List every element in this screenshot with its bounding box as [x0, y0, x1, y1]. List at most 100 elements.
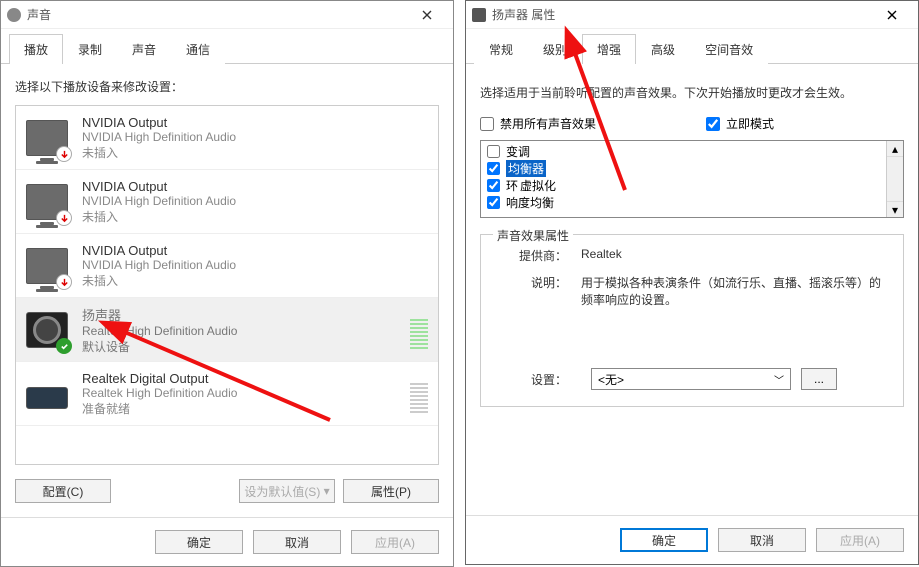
footer-left: 确定 取消 应用(A) [1, 517, 453, 566]
settings-value: <无> [598, 371, 624, 388]
device-title: Realtek Digital Output [82, 371, 410, 386]
ok-button[interactable]: 确定 [155, 530, 243, 554]
effect-label: 均衡器 [506, 160, 546, 177]
device-sub: NVIDIA High Definition Audio [82, 258, 428, 272]
level-meter [410, 375, 428, 413]
title-right: 扬声器 属性 [492, 6, 872, 23]
speaker-properties-dialog: 扬声器 属性 常规 级别 增强 高级 空间音效 选择适用于当前聆听配置的声音效果… [465, 0, 919, 565]
unplugged-icon [56, 274, 72, 290]
desc-label: 说明： [495, 274, 567, 308]
instruction-text: 选择以下播放设备来修改设置： [15, 78, 439, 95]
device-sub: NVIDIA High Definition Audio [82, 130, 428, 144]
effect-label: 变调 [506, 143, 530, 160]
device-title: NVIDIA Output [82, 115, 428, 130]
effects-scrollbar[interactable]: ▴ ▾ [886, 141, 903, 217]
provider-value: Realtek [581, 247, 889, 264]
fieldset-legend: 声音效果属性 [493, 227, 573, 244]
provider-label: 提供商： [495, 247, 567, 264]
device-item[interactable]: Realtek Digital Output Realtek High Defi… [16, 362, 438, 426]
immediate-checkbox[interactable]: 立即模式 [706, 115, 774, 132]
effect-prefix: 环 [506, 177, 518, 194]
scroll-down-icon[interactable]: ▾ [887, 201, 903, 217]
level-meter [410, 311, 428, 349]
immediate-input[interactable] [706, 117, 720, 131]
tab-general[interactable]: 常规 [474, 34, 528, 64]
immediate-label: 立即模式 [726, 115, 774, 132]
digital-icon [26, 387, 68, 409]
effect-label: 响度均衡 [506, 194, 554, 211]
device-sub: NVIDIA High Definition Audio [82, 194, 428, 208]
ok-button[interactable]: 确定 [620, 528, 708, 552]
apply-button: 应用(A) [351, 530, 439, 554]
settings-label: 设置： [495, 371, 567, 388]
device-title: NVIDIA Output [82, 243, 428, 258]
effects-list[interactable]: 变调 均衡器 环 虚拟化 响度均衡 ▴ ▾ [480, 140, 904, 218]
sound-dialog: 声音 播放 录制 声音 通信 选择以下播放设备来修改设置： NVIDIA Out… [0, 0, 454, 567]
device-title: NVIDIA Output [82, 179, 428, 194]
tab-playback[interactable]: 播放 [9, 34, 63, 64]
effect-checkbox[interactable] [487, 179, 500, 192]
desc-value: 用于模拟各种表演条件（如流行乐、直播、摇滚乐等）的频率响应的设置。 [581, 274, 889, 308]
disable-all-checkbox[interactable]: 禁用所有声音效果 [480, 115, 596, 132]
device-title: 扬声器 [82, 305, 410, 324]
content-left: 选择以下播放设备来修改设置： NVIDIA Output NVIDIA High… [1, 64, 453, 517]
effect-item[interactable]: 变调 [487, 143, 885, 160]
tabs-right: 常规 级别 增强 高级 空间音效 [466, 33, 918, 64]
device-status: 未插入 [82, 144, 428, 161]
tab-enhance[interactable]: 增强 [582, 34, 636, 64]
tabs-left: 播放 录制 声音 通信 [1, 33, 453, 64]
tab-record[interactable]: 录制 [63, 34, 117, 64]
sound-icon [7, 8, 21, 22]
default-check-icon [56, 338, 72, 354]
device-list[interactable]: NVIDIA Output NVIDIA High Definition Aud… [15, 105, 439, 465]
titlebar-right[interactable]: 扬声器 属性 [466, 1, 918, 29]
effect-label: 虚拟化 [520, 177, 556, 194]
effect-item[interactable]: 响度均衡 [487, 194, 885, 211]
effect-properties-fieldset: 声音效果属性 提供商： Realtek 说明： 用于模拟各种表演条件（如流行乐、… [480, 234, 904, 407]
scroll-up-icon[interactable]: ▴ [887, 141, 903, 157]
cancel-button[interactable]: 取消 [718, 528, 806, 552]
chevron-down-icon: ﹀ [774, 372, 784, 387]
effect-checkbox[interactable] [487, 196, 500, 209]
effect-item[interactable]: 环 虚拟化 [487, 177, 885, 194]
effect-checkbox[interactable] [487, 162, 500, 175]
unplugged-icon [56, 210, 72, 226]
tab-spatial[interactable]: 空间音效 [690, 34, 768, 64]
device-sub: Realtek High Definition Audio [82, 324, 410, 338]
close-button-left[interactable] [407, 1, 447, 28]
settings-select[interactable]: <无> ﹀ [591, 368, 791, 390]
cancel-button[interactable]: 取消 [253, 530, 341, 554]
device-item[interactable]: NVIDIA Output NVIDIA High Definition Aud… [16, 234, 438, 298]
unplugged-icon [56, 146, 72, 162]
tab-sound[interactable]: 声音 [117, 34, 171, 64]
tab-levels[interactable]: 级别 [528, 34, 582, 64]
configure-button[interactable]: 配置(C) [15, 479, 111, 503]
close-button-right[interactable] [872, 1, 912, 28]
effect-checkbox[interactable] [487, 145, 500, 158]
device-status: 未插入 [82, 208, 428, 225]
content-right: 选择适用于当前聆听配置的声音效果。下次开始播放时更改才会生效。 禁用所有声音效果… [466, 64, 918, 515]
lower-buttons: 配置(C) 设为默认值(S) ▾ 属性(P) [15, 479, 439, 503]
properties-button[interactable]: 属性(P) [343, 479, 439, 503]
speaker-title-icon [472, 8, 486, 22]
close-icon [887, 10, 897, 20]
tab-comm[interactable]: 通信 [171, 34, 225, 64]
tab-advanced[interactable]: 高级 [636, 34, 690, 64]
settings-more-button[interactable]: ... [801, 368, 837, 390]
footer-right: 确定 取消 应用(A) [466, 515, 918, 564]
device-item[interactable]: NVIDIA Output NVIDIA High Definition Aud… [16, 170, 438, 234]
set-default-button: 设为默认值(S) ▾ [239, 479, 335, 503]
close-icon [422, 10, 432, 20]
disable-all-input[interactable] [480, 117, 494, 131]
effect-item-selected[interactable]: 均衡器 [487, 160, 885, 177]
device-sub: Realtek High Definition Audio [82, 386, 410, 400]
device-status: 默认设备 [82, 338, 410, 355]
device-item[interactable]: NVIDIA Output NVIDIA High Definition Aud… [16, 106, 438, 170]
device-item-selected[interactable]: 扬声器 Realtek High Definition Audio 默认设备 [16, 298, 438, 362]
device-status: 准备就绪 [82, 400, 410, 417]
title-left: 声音 [27, 6, 407, 23]
disable-all-label: 禁用所有声音效果 [500, 115, 596, 132]
titlebar-left[interactable]: 声音 [1, 1, 453, 29]
device-status: 未插入 [82, 272, 428, 289]
apply-button: 应用(A) [816, 528, 904, 552]
